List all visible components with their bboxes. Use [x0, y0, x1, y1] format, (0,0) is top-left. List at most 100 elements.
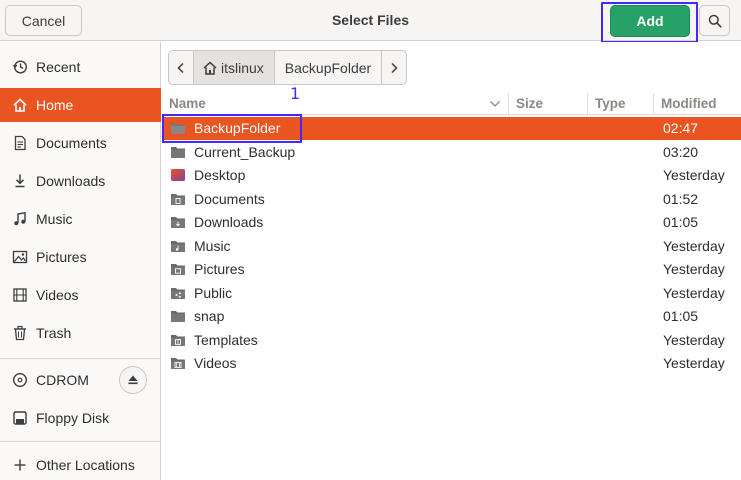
home-icon	[202, 60, 218, 76]
path-forward-button[interactable]	[381, 51, 406, 84]
picture-icon	[11, 248, 29, 266]
music-folder-icon	[171, 240, 185, 252]
sidebar-item-documents[interactable]: Documents	[0, 126, 161, 160]
floppy-icon	[11, 409, 29, 427]
file-name: Pictures	[194, 261, 245, 277]
sidebar-item-videos[interactable]: Videos	[0, 278, 161, 312]
video-icon	[11, 286, 29, 304]
file-modified: Yesterday	[663, 237, 725, 254]
column-headers: Name Size Type Modified	[162, 92, 741, 115]
column-header-name[interactable]: Name	[169, 96, 206, 111]
downloads-folder-icon	[171, 217, 185, 228]
path-segment-label: itslinux	[221, 59, 264, 76]
file-name: Current_Backup	[194, 143, 296, 160]
sidebar-item-other-locations[interactable]: Other Locations	[0, 448, 161, 480]
sidebar-item-label: Pictures	[36, 249, 87, 265]
chevron-right-icon	[391, 62, 398, 73]
sidebar-item-label: Documents	[36, 135, 107, 151]
sidebar-item-recent[interactable]: Recent	[0, 50, 161, 84]
highlight-box-add	[601, 2, 698, 43]
sidebar-item-home[interactable]: Home	[0, 88, 161, 122]
templates-folder-icon	[171, 334, 185, 346]
sidebar-item-downloads[interactable]: Downloads	[0, 164, 161, 198]
videos-folder-icon	[171, 358, 185, 369]
path-segment-current[interactable]: BackupFolder	[275, 51, 381, 84]
file-modified: Yesterday	[663, 331, 725, 348]
desktop-folder-icon	[171, 169, 185, 181]
highlight-box-backupfolder	[162, 114, 302, 143]
download-icon	[11, 172, 29, 190]
cancel-button[interactable]: Cancel	[5, 5, 82, 36]
chevron-left-icon	[177, 62, 184, 73]
disc-icon	[11, 371, 29, 389]
file-modified: 01:52	[663, 190, 699, 207]
file-row-snap[interactable]: snap 01:05	[162, 305, 741, 328]
file-modified: 03:20	[663, 143, 699, 160]
sidebar-item-pictures[interactable]: Pictures	[0, 240, 161, 274]
sidebar: Recent Home Documents Downloads Music Pi…	[0, 42, 161, 480]
annotation-step-1: 1	[290, 84, 301, 103]
sidebar-item-label: Other Locations	[36, 457, 135, 473]
file-name: Public	[194, 284, 233, 301]
file-row-pictures[interactable]: Pictures Yesterday	[162, 258, 741, 281]
column-divider	[587, 93, 588, 114]
eject-button[interactable]	[119, 366, 147, 394]
sidebar-item-trash[interactable]: Trash	[0, 316, 161, 350]
file-modified: Yesterday	[663, 284, 725, 301]
trash-icon	[11, 324, 29, 342]
column-divider	[508, 93, 509, 114]
search-button[interactable]	[699, 5, 730, 36]
path-back-button[interactable]	[169, 51, 194, 84]
documents-folder-icon	[171, 193, 185, 205]
pictures-folder-icon	[171, 264, 185, 275]
file-row-current-backup[interactable]: Current_Backup 03:20	[162, 141, 741, 164]
document-icon	[11, 134, 29, 152]
sidebar-item-label: Recent	[36, 59, 81, 75]
sidebar-divider	[0, 358, 161, 359]
file-modified: 01:05	[663, 308, 699, 324]
file-name: Videos	[194, 355, 237, 371]
file-name: Music	[194, 237, 231, 254]
column-header-modified[interactable]: Modified	[661, 96, 717, 111]
home-icon	[11, 96, 29, 114]
file-name: Templates	[194, 331, 258, 348]
folder-icon	[171, 311, 185, 322]
sidebar-divider	[0, 441, 161, 442]
file-modified: 02:47	[663, 120, 699, 136]
plus-icon	[11, 456, 29, 474]
file-row-videos[interactable]: Videos Yesterday	[162, 352, 741, 375]
file-row-desktop[interactable]: Desktop Yesterday	[162, 164, 741, 187]
path-segment-label: BackupFolder	[284, 59, 372, 76]
file-modified: Yesterday	[663, 355, 725, 371]
file-row-public[interactable]: Public Yesterday	[162, 282, 741, 305]
sidebar-item-label: Trash	[36, 325, 72, 341]
eject-icon	[128, 375, 138, 385]
sidebar-item-music[interactable]: Music	[0, 202, 161, 236]
sidebar-item-label: CDROM	[36, 372, 89, 388]
sidebar-item-label: Music	[36, 211, 73, 227]
column-header-size[interactable]: Size	[516, 96, 543, 111]
path-bar: itslinux BackupFolder	[168, 50, 408, 85]
column-header-type[interactable]: Type	[595, 96, 626, 111]
path-segment-home[interactable]: itslinux	[194, 51, 275, 84]
file-row-documents[interactable]: Documents 01:52	[162, 188, 741, 211]
chevron-down-icon	[490, 101, 500, 107]
file-row-templates[interactable]: Templates Yesterday	[162, 329, 741, 352]
sidebar-item-label: Home	[36, 97, 74, 113]
music-icon	[11, 210, 29, 228]
file-modified: Yesterday	[663, 167, 725, 183]
file-row-downloads[interactable]: Downloads 01:05	[162, 211, 741, 234]
file-name: Documents	[194, 190, 265, 207]
file-name: snap	[194, 308, 225, 324]
search-icon	[708, 14, 722, 28]
public-folder-icon	[171, 287, 185, 299]
sidebar-item-label: Downloads	[36, 173, 106, 189]
sidebar-item-label: Floppy Disk	[36, 410, 110, 426]
file-row-music[interactable]: Music Yesterday	[162, 235, 741, 258]
sidebar-item-floppy-disk[interactable]: Floppy Disk	[0, 401, 161, 435]
column-divider	[653, 93, 654, 114]
file-name: Downloads	[194, 214, 264, 230]
file-modified: 01:05	[663, 214, 699, 230]
sidebar-item-label: Videos	[36, 287, 79, 303]
clock-icon	[11, 58, 29, 76]
